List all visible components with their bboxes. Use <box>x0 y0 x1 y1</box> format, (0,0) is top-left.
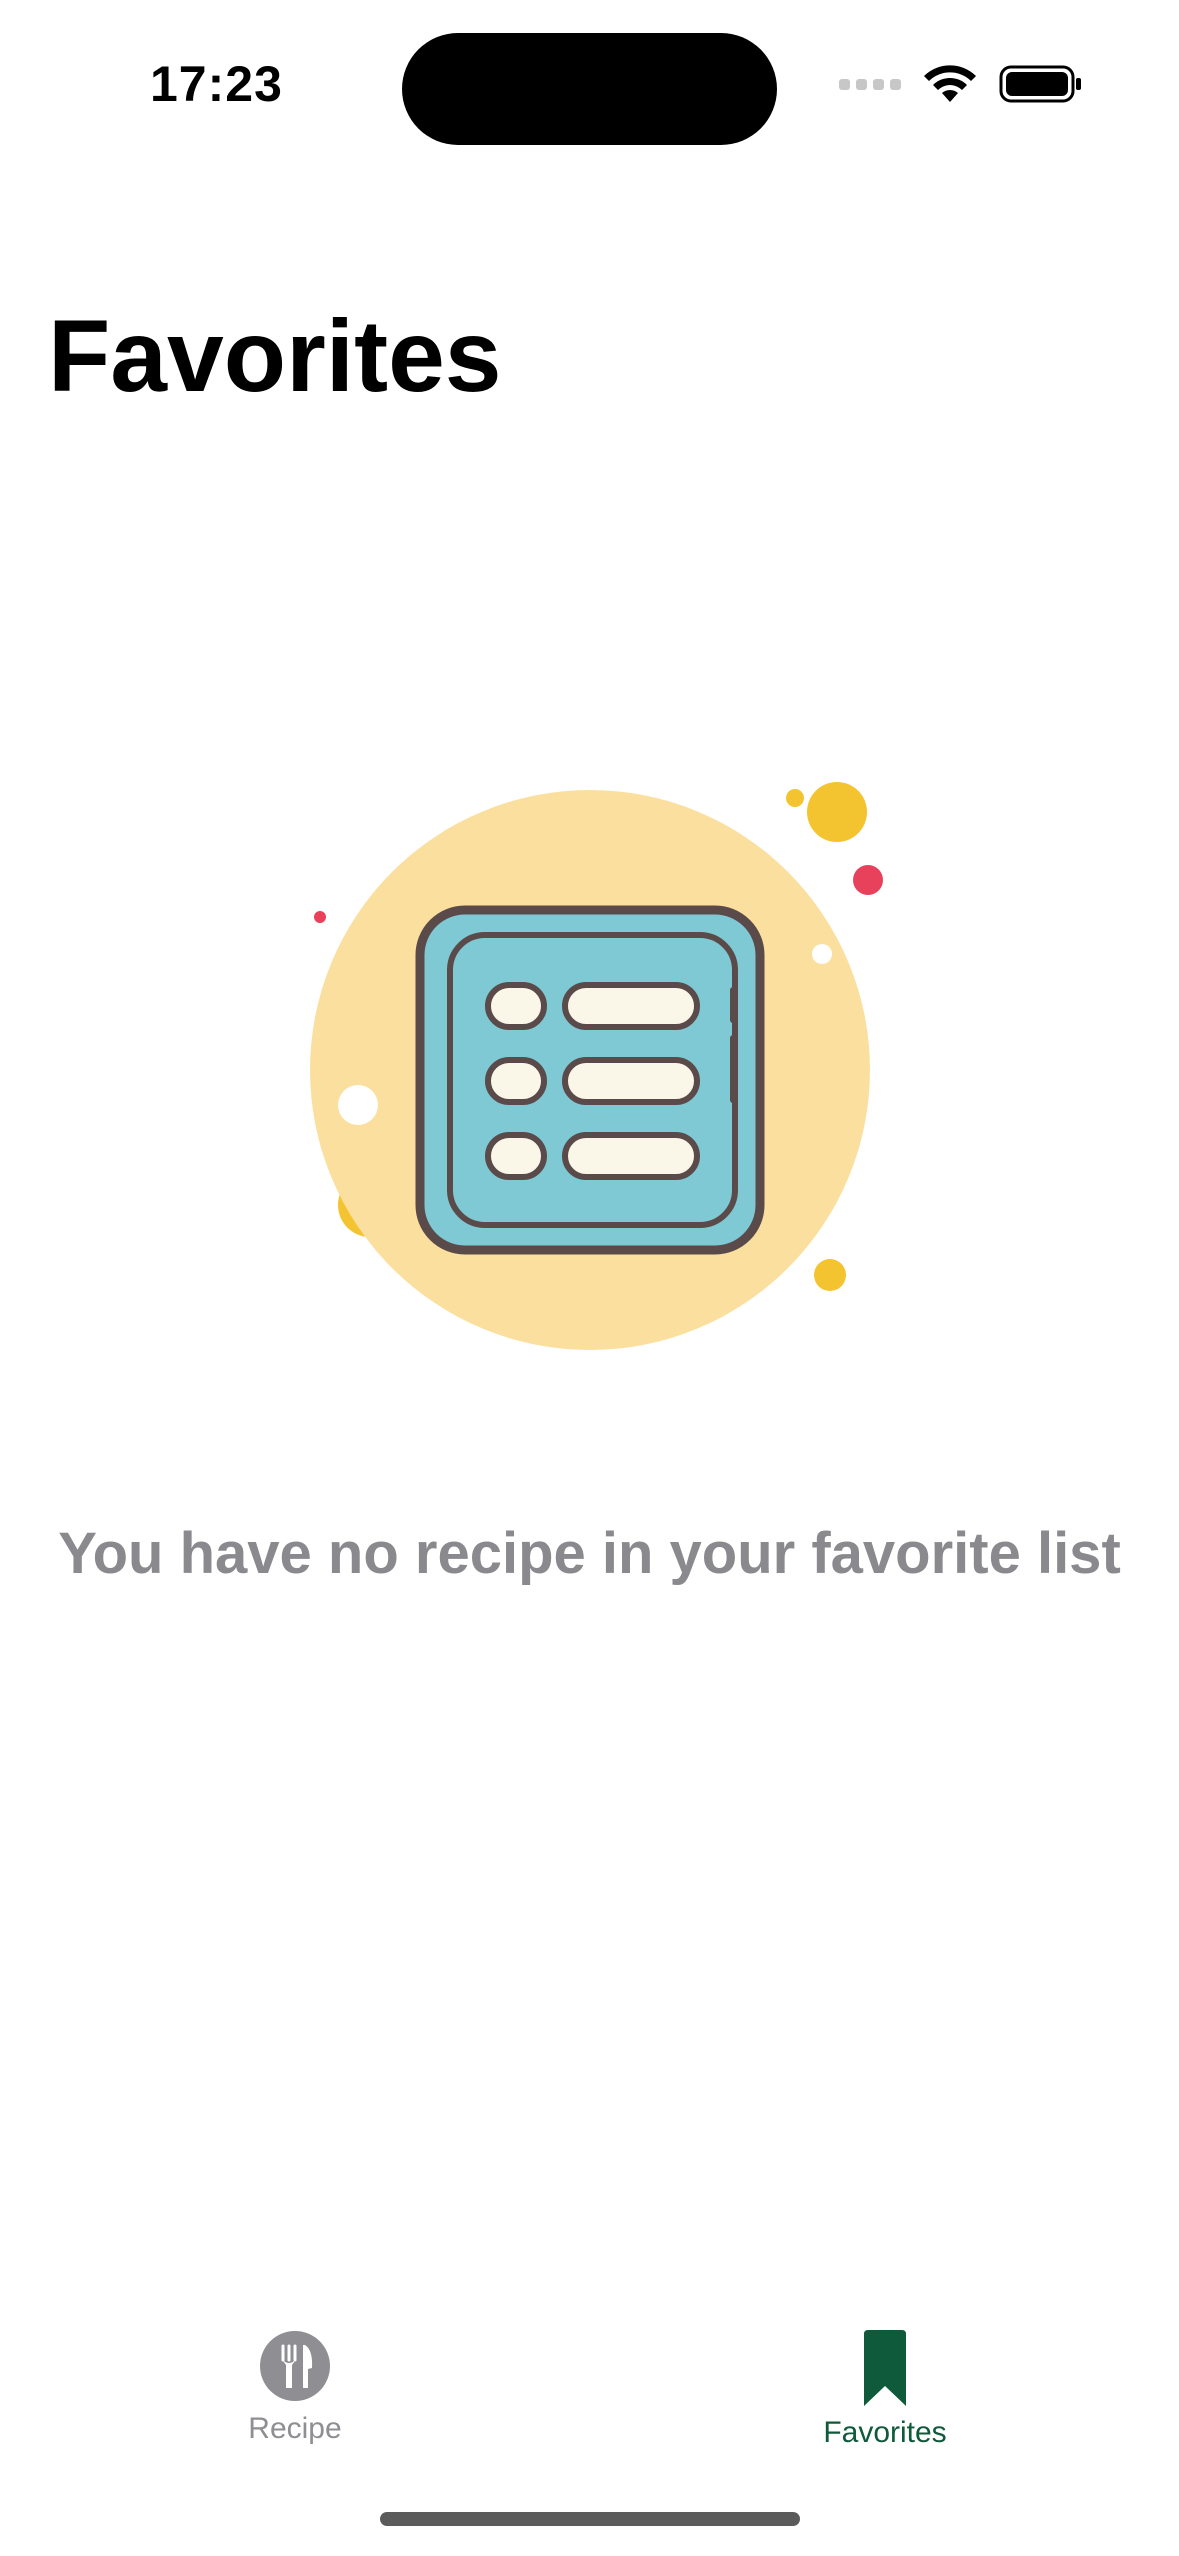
home-indicator[interactable] <box>380 2512 800 2526</box>
fork-knife-icon <box>260 2331 330 2401</box>
cellular-signal-icon <box>839 78 901 90</box>
battery-icon <box>999 65 1081 103</box>
page-title: Favorites <box>48 299 502 413</box>
tab-bar: Recipe Favorites <box>0 2300 1179 2470</box>
bookmark-icon <box>864 2330 906 2406</box>
recipe-list-icon <box>310 782 883 1350</box>
status-time: 17:23 <box>150 56 283 112</box>
tab-recipe-label: Recipe <box>248 2412 342 2445</box>
wifi-icon <box>924 65 976 102</box>
status-bar: 17:23 <box>0 0 1179 160</box>
tab-favorites[interactable]: Favorites <box>735 2330 1035 2450</box>
empty-state-message: You have no recipe in your favorite list <box>58 1521 1121 1586</box>
dynamic-island <box>402 33 777 145</box>
tab-recipe[interactable]: Recipe <box>145 2330 445 2446</box>
tab-favorites-label: Favorites <box>823 2416 947 2449</box>
status-icons <box>839 64 1083 104</box>
